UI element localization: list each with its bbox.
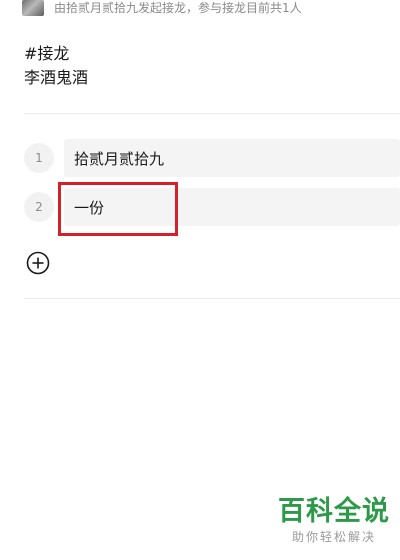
watermark-title: 百科全说	[278, 496, 390, 527]
topic-title: #接龙	[24, 44, 70, 63]
divider	[24, 298, 400, 299]
entry-number: 1	[24, 143, 54, 173]
entry-input[interactable]: 拾贰月贰拾九	[64, 139, 400, 177]
entry-row: 2 一份	[24, 188, 400, 226]
add-entry-button[interactable]	[26, 251, 50, 275]
entry-input[interactable]: 一份	[64, 188, 400, 226]
watermark-logo: 百科全说 助你轻松解决	[274, 496, 394, 552]
topic-description: 李酒鬼酒	[24, 68, 89, 87]
solitaire-page: 由拾贰月贰拾九发起接龙，参与接龙目前共1人 #接龙 李酒鬼酒 1 拾贰月贰拾九 …	[0, 0, 400, 560]
initiator-header: 由拾贰月贰拾九发起接龙，参与接龙目前共1人	[22, 0, 400, 16]
divider	[24, 113, 400, 114]
avatar	[22, 0, 44, 16]
entry-row: 1 拾贰月贰拾九	[24, 139, 400, 177]
watermark-subtitle: 助你轻松解决	[291, 530, 376, 544]
entry-number: 2	[24, 192, 54, 222]
plus-circle-icon	[26, 251, 50, 275]
initiator-info: 由拾贰月贰拾九发起接龙，参与接龙目前共1人	[54, 1, 302, 15]
